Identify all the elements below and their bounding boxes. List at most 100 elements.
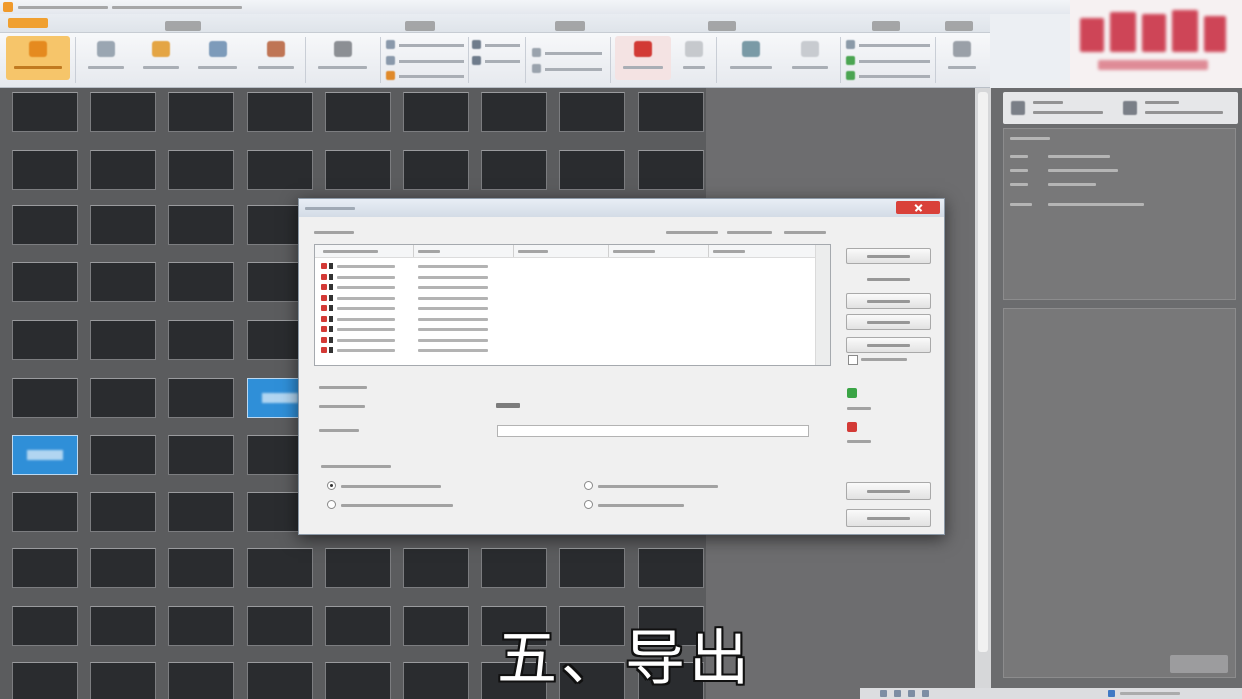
video-tile[interactable] [168, 606, 234, 646]
tab-help[interactable] [945, 21, 973, 31]
panel-button[interactable] [1170, 655, 1228, 673]
ribbon-small-button[interactable] [386, 39, 464, 51]
video-tile[interactable] [403, 662, 469, 699]
video-tile[interactable] [90, 548, 156, 588]
video-tile[interactable] [12, 548, 78, 588]
video-tile[interactable] [168, 435, 234, 475]
video-tile[interactable] [559, 92, 625, 132]
video-tile[interactable] [403, 548, 469, 588]
video-tile[interactable] [325, 92, 391, 132]
export-option-radio[interactable] [584, 481, 593, 490]
video-tile[interactable] [403, 606, 469, 646]
tab-file[interactable] [8, 18, 48, 28]
video-tile[interactable] [247, 150, 313, 190]
start-button[interactable] [6, 36, 70, 80]
ribbon-small-button[interactable] [472, 55, 520, 67]
list-item[interactable] [315, 303, 815, 313]
grid-scrollbar[interactable] [975, 88, 991, 688]
video-tile[interactable] [90, 606, 156, 646]
video-tile[interactable] [559, 548, 625, 588]
column-header[interactable] [323, 250, 378, 253]
list-item[interactable] [315, 261, 815, 271]
video-tile[interactable] [168, 205, 234, 245]
video-tile[interactable] [638, 548, 704, 588]
video-tile[interactable] [12, 205, 78, 245]
ribbon-small-button[interactable] [386, 55, 464, 67]
export-option-radio[interactable] [327, 500, 336, 509]
video-tile[interactable] [12, 320, 78, 360]
record-button[interactable] [615, 36, 671, 80]
ribbon-button[interactable] [940, 36, 984, 80]
video-tile[interactable] [168, 150, 234, 190]
video-tile[interactable] [403, 92, 469, 132]
export-button[interactable] [846, 482, 931, 500]
tab-playback[interactable] [555, 21, 585, 31]
dialog-button[interactable] [846, 337, 931, 353]
list-item[interactable] [315, 324, 815, 334]
column-header[interactable] [613, 250, 655, 253]
ribbon-button[interactable] [190, 36, 245, 80]
video-tile[interactable] [638, 92, 704, 132]
video-tile[interactable] [559, 150, 625, 190]
video-tile[interactable] [325, 662, 391, 699]
ribbon-button[interactable] [135, 36, 187, 80]
video-tile[interactable] [90, 205, 156, 245]
ribbon-small-button[interactable] [532, 47, 602, 59]
list-item[interactable] [315, 282, 815, 292]
column-header[interactable] [518, 250, 548, 253]
scrollbar-thumb[interactable] [978, 92, 988, 652]
dialog-button[interactable] [846, 293, 931, 309]
dialog-button[interactable] [846, 271, 931, 287]
tab-view[interactable] [405, 21, 435, 31]
ribbon-button[interactable] [310, 36, 375, 80]
tab-settings[interactable] [872, 21, 900, 31]
column-header[interactable] [713, 250, 745, 253]
video-tile[interactable] [247, 662, 313, 699]
video-tile[interactable] [481, 548, 547, 588]
select-all-link[interactable] [666, 231, 718, 234]
video-tile[interactable] [325, 150, 391, 190]
list-item[interactable] [315, 335, 815, 345]
select-none-link[interactable] [727, 231, 772, 234]
video-tile[interactable] [168, 320, 234, 360]
video-tile-selected[interactable] [12, 435, 78, 475]
tab-tools[interactable] [708, 21, 736, 31]
dialog-button[interactable] [846, 314, 931, 330]
video-tile[interactable] [12, 262, 78, 302]
video-tile[interactable] [481, 92, 547, 132]
list-scrollbar[interactable] [815, 245, 830, 365]
video-tile[interactable] [90, 492, 156, 532]
video-tile[interactable] [12, 150, 78, 190]
video-tile[interactable] [481, 150, 547, 190]
ribbon-button[interactable] [675, 36, 713, 80]
ribbon-small-button[interactable] [472, 39, 520, 51]
ribbon-button[interactable] [784, 36, 836, 80]
ribbon-small-button[interactable] [846, 70, 930, 82]
video-tile[interactable] [90, 262, 156, 302]
video-tile[interactable] [12, 378, 78, 418]
panel-tool-button[interactable] [1011, 97, 1111, 119]
ribbon-small-button[interactable] [846, 39, 930, 51]
ribbon-small-button[interactable] [532, 63, 602, 75]
ribbon-small-button[interactable] [386, 70, 464, 82]
video-tile[interactable] [12, 662, 78, 699]
column-header[interactable] [418, 250, 440, 253]
video-tile[interactable] [12, 606, 78, 646]
ribbon-button[interactable] [722, 36, 780, 80]
video-tile[interactable] [325, 606, 391, 646]
panel-tool-button[interactable] [1123, 97, 1231, 119]
dialog-button[interactable] [846, 248, 931, 264]
video-tile[interactable] [168, 378, 234, 418]
video-tile[interactable] [90, 662, 156, 699]
list-item[interactable] [315, 345, 815, 355]
close-icon[interactable] [896, 201, 940, 214]
video-tile[interactable] [638, 150, 704, 190]
video-tile[interactable] [403, 150, 469, 190]
video-tile[interactable] [90, 92, 156, 132]
video-tile[interactable] [90, 320, 156, 360]
ribbon-button[interactable] [80, 36, 132, 80]
invert-selection-link[interactable] [784, 231, 826, 234]
cancel-button[interactable] [846, 509, 931, 527]
list-item[interactable] [315, 314, 815, 324]
ribbon-small-button[interactable] [846, 55, 930, 67]
